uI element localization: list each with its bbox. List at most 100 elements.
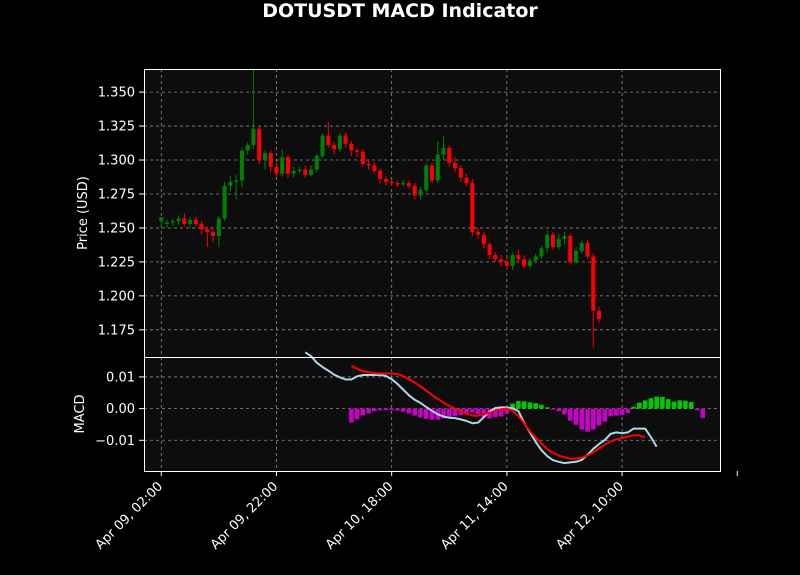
candle-body bbox=[291, 170, 296, 174]
candle-body bbox=[170, 221, 175, 223]
x-tick-label: Apr 09, 22:00 bbox=[208, 479, 281, 552]
histogram-bar bbox=[360, 408, 366, 416]
candle-body bbox=[464, 177, 469, 184]
histogram-bar bbox=[700, 408, 706, 418]
histogram-bar bbox=[544, 407, 550, 409]
candle-body bbox=[516, 255, 521, 260]
candle-body bbox=[176, 218, 181, 222]
x-tick-label: Apr 09, 02:00 bbox=[93, 479, 166, 552]
candle-body bbox=[199, 223, 204, 230]
candle-body bbox=[355, 150, 360, 152]
candle-body bbox=[539, 248, 544, 257]
x-tick-label: Apr 12, 10:00 bbox=[553, 479, 626, 552]
histogram-bar bbox=[585, 408, 590, 432]
candle-body bbox=[239, 150, 244, 181]
candle-body bbox=[320, 135, 325, 156]
candle-body bbox=[314, 155, 319, 170]
candle-body bbox=[297, 169, 302, 171]
histogram-bar bbox=[400, 408, 406, 412]
histogram-bar bbox=[521, 401, 527, 409]
histogram-bar bbox=[372, 408, 377, 412]
price-y-tick-label: 1.175 bbox=[98, 323, 135, 338]
histogram-bar bbox=[395, 408, 400, 411]
candle-body bbox=[533, 256, 538, 261]
candle-body bbox=[470, 183, 475, 233]
candle-body bbox=[303, 169, 308, 175]
candle-body bbox=[159, 217, 164, 222]
candle-body bbox=[493, 255, 498, 260]
histogram-bar bbox=[694, 408, 700, 411]
candle-body bbox=[522, 259, 527, 266]
histogram-bar bbox=[423, 408, 429, 419]
candle-body bbox=[453, 162, 458, 169]
histogram-bar bbox=[406, 408, 412, 414]
candle-body bbox=[424, 165, 429, 190]
candle-body bbox=[343, 135, 348, 144]
candle-body bbox=[447, 147, 452, 163]
candle-body bbox=[257, 128, 262, 161]
histogram-bar bbox=[660, 396, 665, 409]
candle-body bbox=[476, 232, 481, 235]
histogram-bar bbox=[383, 408, 389, 411]
candle-body bbox=[481, 234, 486, 245]
histogram-bar bbox=[573, 408, 579, 425]
candle-body bbox=[527, 260, 532, 266]
histogram-bar bbox=[648, 398, 654, 409]
candle-body bbox=[579, 242, 584, 252]
price-y-tick-label: 1.250 bbox=[98, 221, 135, 236]
price-axis-label: Price (USD) bbox=[76, 176, 91, 250]
candle-body bbox=[360, 151, 365, 165]
price-y-tick-label: 1.300 bbox=[98, 154, 135, 169]
histogram-bar bbox=[631, 406, 636, 409]
macd-y-tick-label: −0.01 bbox=[95, 434, 135, 449]
candle-body bbox=[550, 234, 555, 247]
candle-body bbox=[585, 242, 590, 257]
candle-body bbox=[222, 185, 227, 219]
histogram-bar bbox=[562, 408, 567, 415]
histogram-bar bbox=[671, 401, 677, 409]
histogram-bar bbox=[418, 408, 423, 418]
histogram-bar bbox=[677, 400, 682, 409]
candle-body bbox=[228, 181, 233, 186]
candle-body bbox=[406, 183, 411, 186]
candle-body bbox=[245, 145, 250, 151]
candle-body bbox=[182, 218, 187, 224]
histogram-bar bbox=[516, 401, 521, 409]
candle-body bbox=[211, 232, 216, 237]
histogram-bar bbox=[602, 408, 608, 422]
candle-body bbox=[591, 256, 596, 311]
candle-body bbox=[418, 189, 423, 196]
histogram-bar bbox=[614, 408, 619, 416]
histogram-bar bbox=[683, 400, 688, 409]
candle-body bbox=[274, 166, 279, 174]
histogram-bar bbox=[539, 404, 544, 409]
candle-body bbox=[332, 145, 337, 150]
candle-body bbox=[262, 153, 267, 161]
candle-body bbox=[562, 236, 567, 239]
price-y-tick-label: 1.275 bbox=[98, 187, 135, 202]
candle-body bbox=[545, 234, 550, 249]
candle-body bbox=[499, 259, 504, 262]
candle-body bbox=[383, 179, 388, 182]
candle-body bbox=[349, 143, 354, 151]
candle-body bbox=[216, 218, 221, 237]
candle-body bbox=[205, 229, 210, 233]
histogram-bar bbox=[688, 401, 694, 409]
histogram-bar bbox=[533, 403, 538, 409]
macd-y-tick-label: 0.01 bbox=[106, 370, 135, 385]
candle-body bbox=[389, 181, 394, 184]
histogram-bar bbox=[527, 402, 533, 409]
candle-body bbox=[378, 170, 383, 180]
histogram-bar bbox=[377, 408, 383, 411]
price-panel-background bbox=[144, 69, 720, 357]
candle-body bbox=[268, 153, 273, 167]
histogram-bar bbox=[354, 408, 360, 420]
histogram-bar bbox=[412, 408, 418, 416]
price-y-tick-label: 1.225 bbox=[98, 255, 135, 270]
histogram-bar bbox=[654, 396, 659, 409]
histogram-bar bbox=[637, 402, 642, 409]
histogram-bar bbox=[642, 400, 648, 409]
candle-body bbox=[429, 165, 435, 181]
candle-body bbox=[337, 135, 342, 150]
histogram-bar bbox=[389, 408, 394, 411]
